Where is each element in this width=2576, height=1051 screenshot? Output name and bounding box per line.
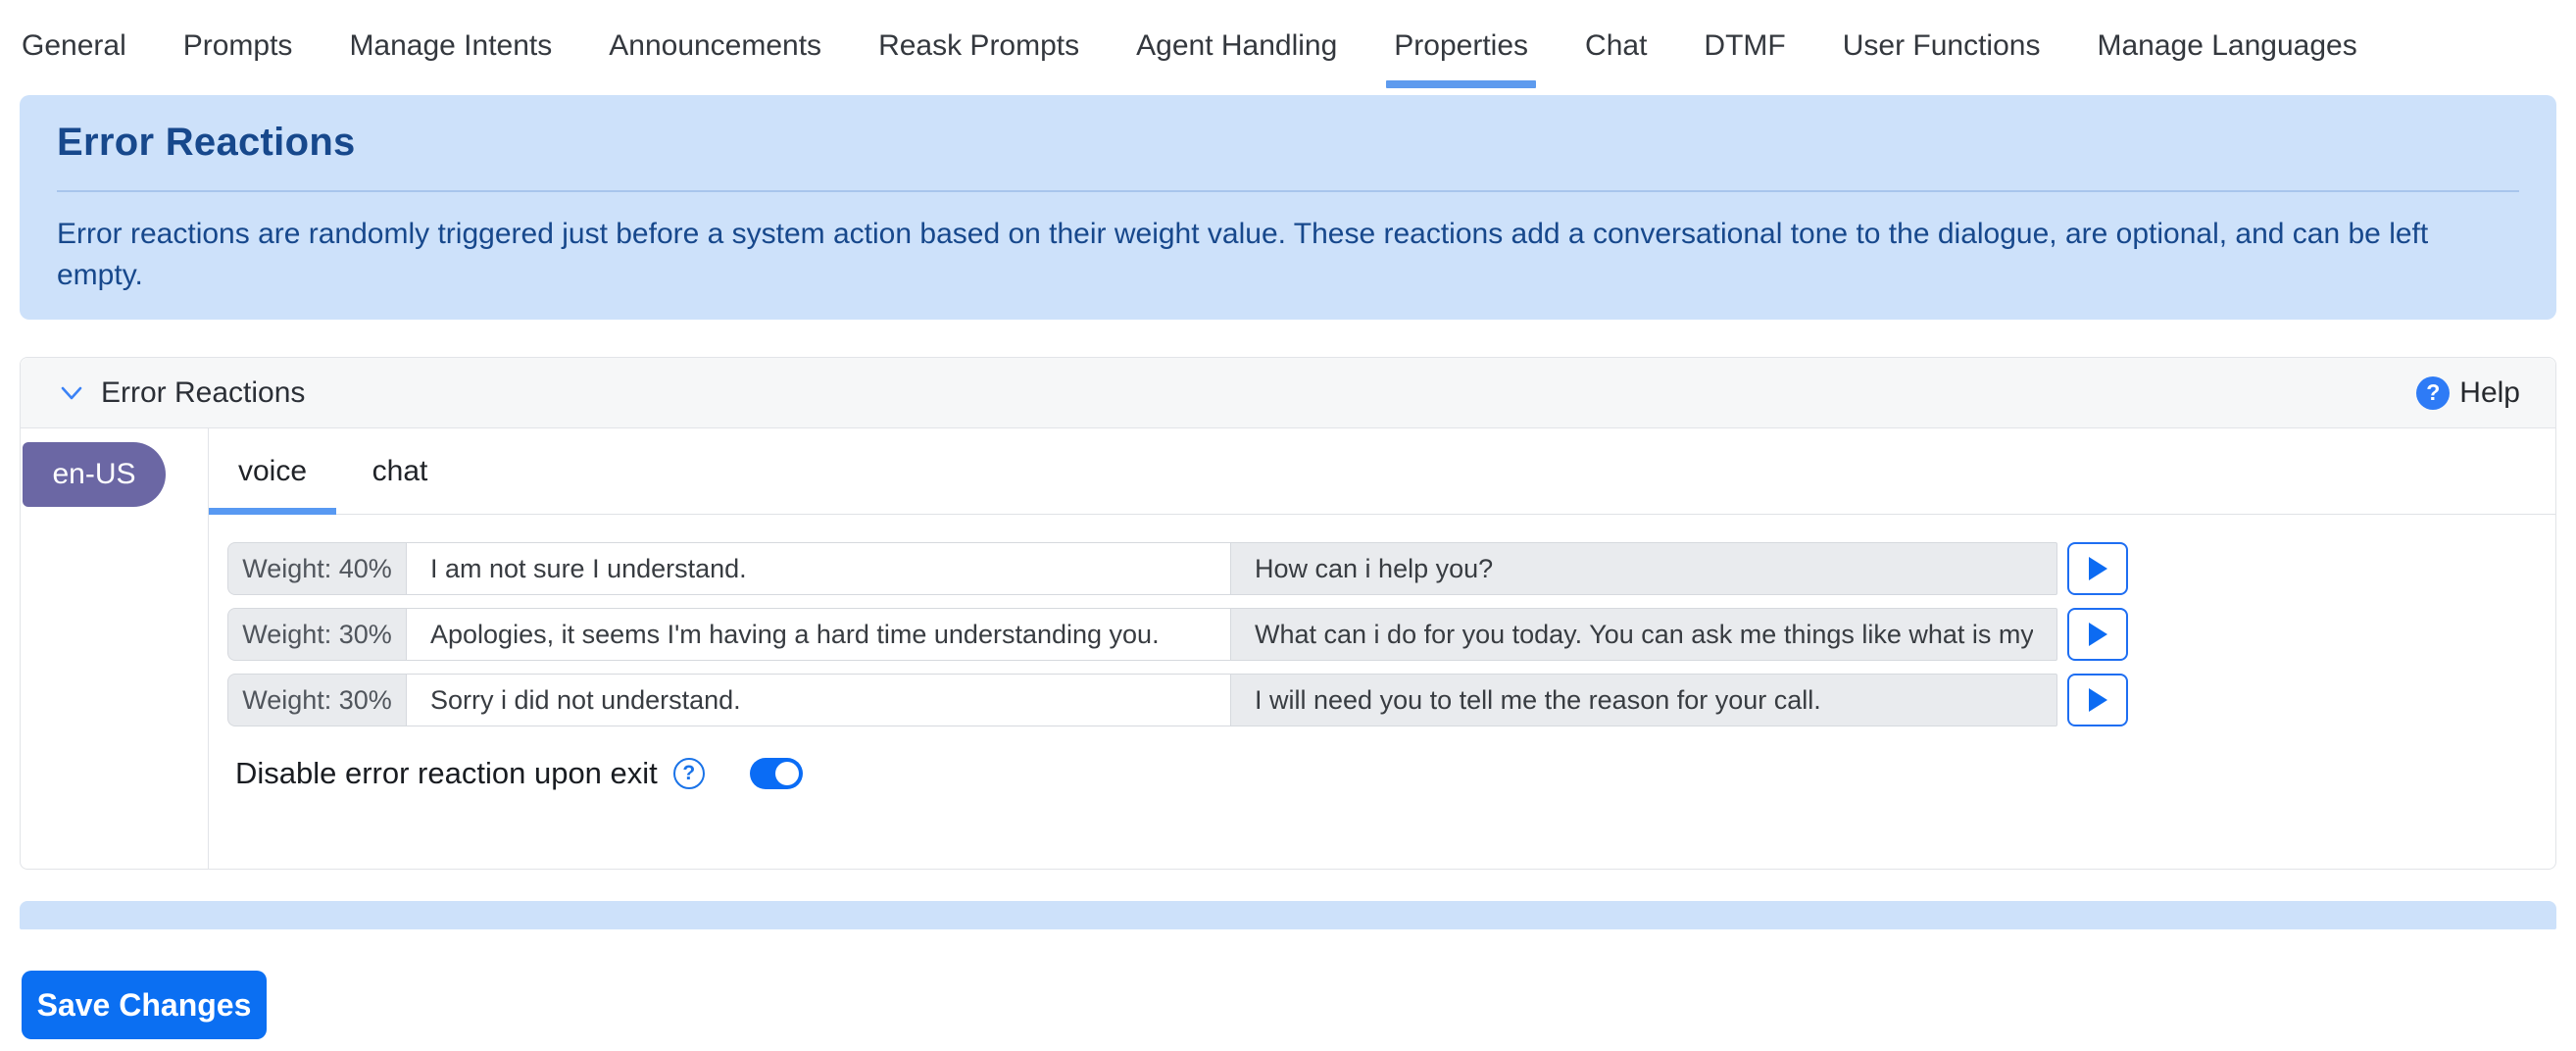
followup-text-input-2[interactable] (1231, 608, 2057, 661)
banner-description: Error reactions are randomly triggered j… (57, 214, 2519, 296)
nav-item-properties-label: Properties (1394, 29, 1528, 62)
nav-item-prompts[interactable]: Prompts (183, 29, 293, 92)
nav-item-user-functions[interactable]: User Functions (1843, 29, 2041, 92)
language-rail: en-US (21, 428, 209, 869)
help-question-icon: ? (2416, 376, 2450, 410)
chevron-down-icon[interactable] (58, 379, 85, 407)
active-tab-underline (1386, 80, 1536, 88)
disable-error-reaction-label: Disable error reaction upon exit (235, 756, 658, 791)
followup-text-input-3[interactable] (1231, 674, 2057, 726)
reaction-text-input-2[interactable] (407, 608, 1231, 661)
tooltip-question-icon[interactable]: ? (673, 758, 705, 789)
page-title: Error Reactions (57, 121, 2519, 165)
nav-item-manage-intents[interactable]: Manage Intents (349, 29, 552, 92)
weight-label-2: Weight: 30% (227, 608, 407, 661)
channel-tabs: voice chat (209, 428, 2555, 515)
play-icon (2086, 555, 2109, 582)
disable-error-reaction-toggle[interactable] (750, 758, 803, 789)
play-button-3[interactable] (2067, 674, 2128, 726)
voice-tab-underline (209, 508, 336, 515)
panel-body: en-US voice chat Weight: 40% (21, 428, 2555, 869)
panel-title: Error Reactions (101, 376, 305, 410)
reaction-rows: Weight: 40% Weight: 30% (209, 515, 2555, 726)
tab-voice-label: voice (238, 455, 307, 488)
save-changes-button[interactable]: Save Changes (22, 971, 267, 1039)
language-tab-en-us[interactable]: en-US (23, 442, 166, 507)
tab-voice[interactable]: voice (209, 428, 336, 514)
nav-item-chat[interactable]: Chat (1585, 29, 1647, 92)
nav-item-agent-handling[interactable]: Agent Handling (1136, 29, 1337, 92)
play-icon (2086, 686, 2109, 714)
help-label: Help (2459, 376, 2520, 410)
nav-item-dtmf[interactable]: DTMF (1704, 29, 1785, 92)
toggle-knob (775, 762, 799, 785)
banner-divider (57, 190, 2519, 192)
followup-text-input-1[interactable] (1231, 542, 2057, 595)
reaction-text-input-1[interactable] (407, 542, 1231, 595)
nav-item-properties[interactable]: Properties (1394, 29, 1528, 92)
help-link[interactable]: ? Help (2416, 376, 2520, 410)
weight-label-3: Weight: 30% (227, 674, 407, 726)
reaction-row-2: Weight: 30% (227, 608, 2555, 661)
reaction-text-input-3[interactable] (407, 674, 1231, 726)
reaction-row-3: Weight: 30% (227, 674, 2555, 726)
tab-chat[interactable]: chat (336, 428, 464, 514)
reaction-row-1: Weight: 40% (227, 542, 2555, 595)
error-reactions-panel: Error Reactions ? Help en-US voice chat (20, 357, 2556, 870)
error-reactions-banner: Error Reactions Error reactions are rand… (20, 95, 2556, 320)
panel-header[interactable]: Error Reactions ? Help (21, 358, 2555, 428)
play-button-1[interactable] (2067, 542, 2128, 595)
play-icon (2086, 621, 2109, 648)
next-section-banner-edge (20, 901, 2556, 929)
play-button-2[interactable] (2067, 608, 2128, 661)
disable-error-reaction-row: Disable error reaction upon exit ? (209, 756, 2555, 791)
tab-chat-label: chat (372, 455, 428, 488)
nav-item-general[interactable]: General (22, 29, 126, 92)
top-navigation: General Prompts Manage Intents Announcem… (0, 0, 2576, 95)
weight-label-1: Weight: 40% (227, 542, 407, 595)
nav-item-reask-prompts[interactable]: Reask Prompts (878, 29, 1079, 92)
panel-main: voice chat Weight: 40% (209, 428, 2555, 869)
nav-item-announcements[interactable]: Announcements (609, 29, 821, 92)
nav-item-manage-languages[interactable]: Manage Languages (2097, 29, 2356, 92)
